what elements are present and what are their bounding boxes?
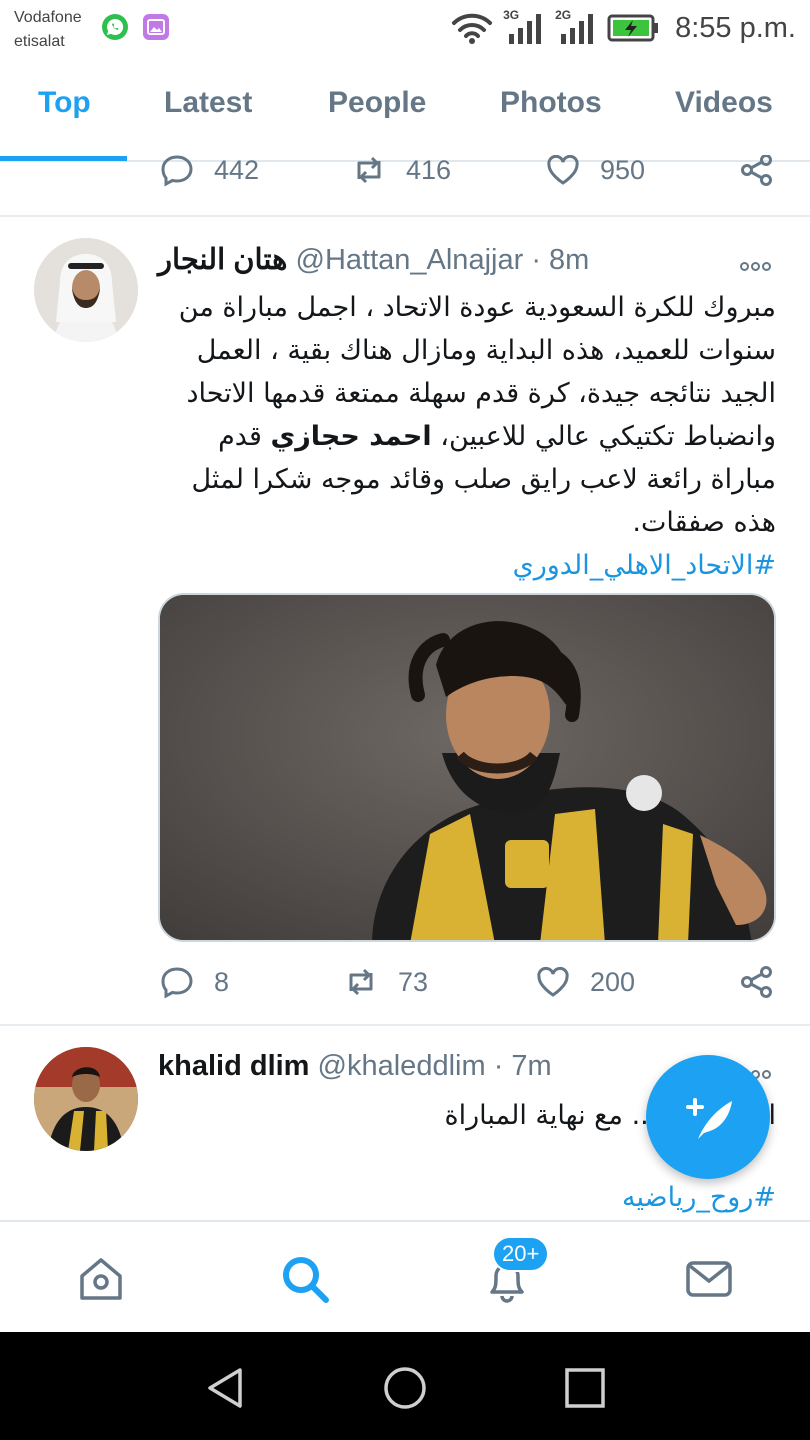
share-icon bbox=[741, 966, 772, 998]
android-navigation-bar bbox=[0, 1332, 810, 1440]
compose-feather-icon bbox=[686, 1098, 732, 1139]
hashtag-link[interactable]: #روح_رياضيه bbox=[622, 1182, 776, 1213]
separator-dot: · bbox=[531, 244, 541, 276]
hashtag-link[interactable]: #الاتحاد_الاهلي_الدوري bbox=[513, 550, 776, 581]
status-bar: Vodafone etisalat 3G 2G 8:55 p.m. bbox=[0, 0, 810, 62]
author-name[interactable]: khalid dlim bbox=[158, 1050, 309, 1082]
carrier-name: Vodafone etisalat bbox=[14, 6, 82, 54]
author-name[interactable]: هتان النجار bbox=[158, 244, 287, 276]
heart-icon bbox=[547, 155, 579, 185]
like-button[interactable]: 950 bbox=[544, 155, 645, 189]
like-button[interactable]: 200 bbox=[534, 963, 635, 1001]
tab-videos[interactable]: Videos bbox=[675, 86, 773, 120]
reply-count: 442 bbox=[214, 155, 260, 185]
share-icon bbox=[741, 155, 772, 186]
tab-people[interactable]: People bbox=[328, 86, 426, 120]
search-tabs: Top Latest People Photos Videos bbox=[0, 62, 810, 162]
retweet-icon bbox=[357, 156, 381, 184]
tweet-time: 7m bbox=[511, 1050, 552, 1082]
nav-search[interactable] bbox=[278, 1252, 332, 1306]
notification-badge: 20+ bbox=[492, 1236, 550, 1272]
reply-count: 8 bbox=[214, 966, 230, 997]
tab-photos[interactable]: Photos bbox=[500, 86, 602, 120]
tab-latest[interactable]: Latest bbox=[164, 86, 252, 120]
carrier-line-1: Vodafone bbox=[14, 9, 82, 26]
compose-tweet-button[interactable] bbox=[646, 1055, 770, 1179]
tweet-header: هتان النجار @Hattan_Alnajjar · 8m bbox=[158, 242, 776, 282]
reply-button[interactable]: 8 bbox=[158, 963, 229, 1001]
like-count: 200 bbox=[590, 966, 636, 997]
tweet-text: مبروك للكرة السعودية عودة الاتحاد ، اجمل… bbox=[160, 286, 776, 587]
avatar[interactable] bbox=[34, 1047, 138, 1151]
carrier-line-2: etisalat bbox=[14, 33, 65, 50]
tweet-photo[interactable] bbox=[158, 593, 776, 942]
share-button[interactable] bbox=[738, 963, 776, 1001]
search-icon bbox=[283, 1257, 329, 1303]
gallery-icon bbox=[143, 14, 169, 40]
author-handle[interactable]: @Hattan_Alnajjar bbox=[296, 244, 524, 276]
bottom-navigation bbox=[0, 1220, 810, 1332]
avatar[interactable] bbox=[34, 238, 138, 342]
tweet-time: 8m bbox=[549, 244, 590, 276]
share-button[interactable] bbox=[738, 155, 776, 189]
network-type-2: 2G bbox=[555, 8, 572, 22]
nav-home[interactable] bbox=[74, 1252, 128, 1306]
active-tab-indicator bbox=[0, 156, 127, 161]
retweet-button[interactable]: 73 bbox=[342, 963, 428, 1001]
reply-icon bbox=[161, 155, 193, 187]
home-icon bbox=[80, 1258, 122, 1300]
mention-bold: احمد حجازي bbox=[270, 421, 432, 452]
tab-top[interactable]: Top bbox=[38, 86, 91, 120]
like-count: 950 bbox=[600, 155, 646, 185]
back-icon[interactable] bbox=[202, 1364, 250, 1412]
retweet-icon bbox=[349, 968, 373, 996]
tweet-hashtags: #روح_رياضيه bbox=[160, 1176, 776, 1219]
clock: 8:55 p.m. bbox=[675, 11, 796, 44]
retweet-count: 416 bbox=[406, 155, 452, 185]
recent-apps-icon[interactable] bbox=[561, 1364, 609, 1412]
retweet-button[interactable]: 416 bbox=[350, 155, 451, 189]
signal-icon-2g: 2G bbox=[555, 8, 597, 46]
separator-dot: · bbox=[493, 1050, 504, 1082]
tweet-text-visible: ي .. مع نهاية المباراة bbox=[444, 1100, 679, 1131]
author-handle[interactable]: @khaleddlim bbox=[318, 1050, 486, 1082]
tweet-divider bbox=[0, 215, 810, 217]
whatsapp-icon bbox=[102, 14, 128, 40]
network-type-1: 3G bbox=[503, 8, 520, 22]
home-circle-icon[interactable] bbox=[381, 1364, 429, 1412]
tweet-divider bbox=[0, 1024, 810, 1026]
wifi-icon bbox=[452, 13, 493, 44]
heart-icon bbox=[537, 966, 569, 997]
nav-messages[interactable] bbox=[682, 1252, 736, 1306]
tweet-actions: 8 73 200 bbox=[158, 963, 778, 1003]
retweet-count: 73 bbox=[398, 966, 429, 997]
battery-charging-icon bbox=[607, 14, 659, 42]
signal-icon-3g: 3G bbox=[503, 8, 545, 46]
previous-tweet-actions: 442 416 950 bbox=[158, 155, 778, 195]
reply-icon bbox=[161, 967, 193, 999]
messages-icon bbox=[686, 1261, 732, 1297]
reply-button[interactable]: 442 bbox=[158, 155, 259, 189]
player-photo bbox=[160, 595, 774, 940]
more-options-icon[interactable] bbox=[740, 246, 776, 271]
